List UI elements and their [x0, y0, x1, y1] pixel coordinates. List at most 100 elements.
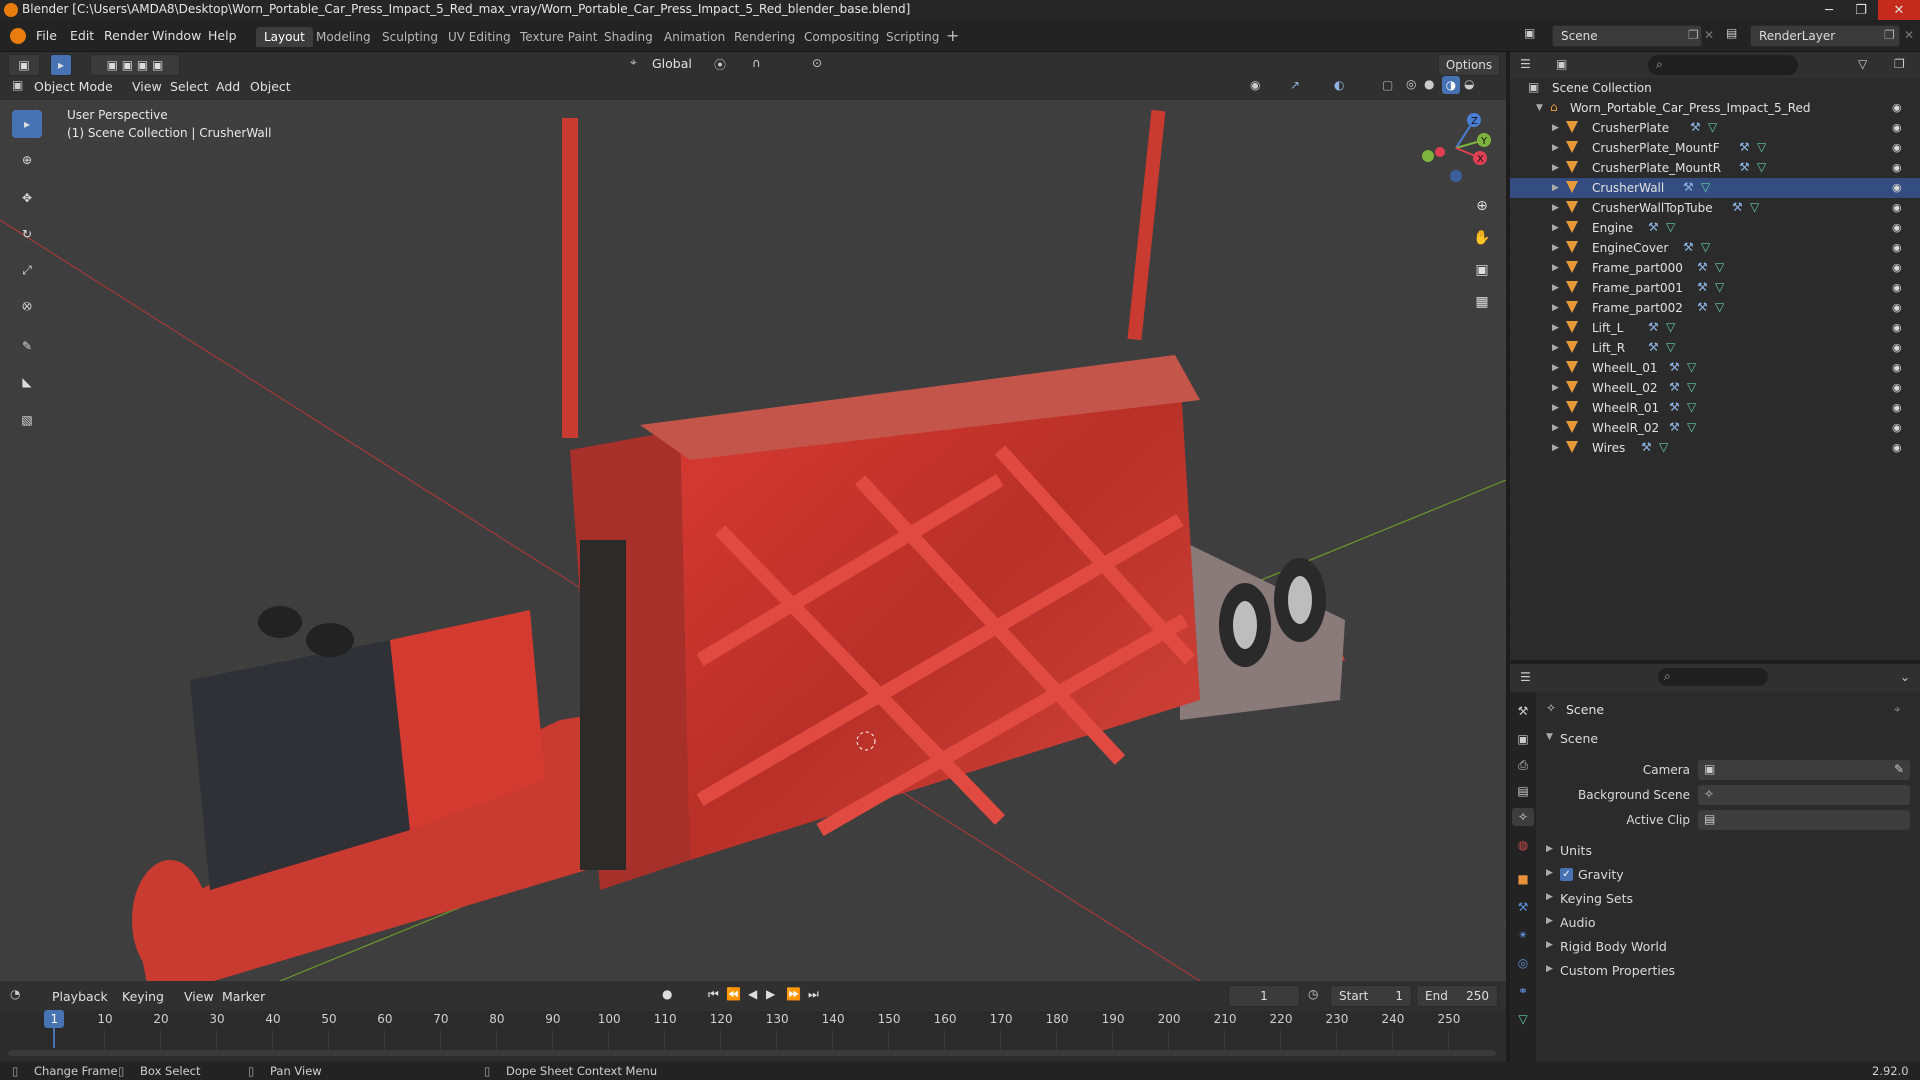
mesh-data-icon[interactable]: ▽ [1687, 380, 1696, 394]
visibility-eye-icon[interactable]: ◉ [1892, 341, 1902, 354]
use-preview-range-icon[interactable]: ◷ [1308, 987, 1318, 1001]
shading-solid-icon[interactable]: ● [1424, 77, 1434, 91]
shading-material-icon[interactable]: ◑ [1442, 76, 1460, 94]
select-tool-icon[interactable]: ▸ [50, 54, 72, 76]
outliner-item-row[interactable]: ▶ WheelR_01 ⚒ ▽ ◉ [1510, 398, 1920, 418]
active-clip-field[interactable] [1698, 810, 1910, 830]
viewport-menu-object[interactable]: Object [250, 79, 291, 94]
collection-visibility-icon[interactable]: ◉ [1892, 101, 1902, 114]
viewport-menu-add[interactable]: Add [216, 79, 240, 94]
panel-rigid-body-world[interactable]: ▶ Rigid Body World [1540, 936, 1916, 958]
scene-remove-icon[interactable]: ✕ [1704, 28, 1714, 42]
jump-start-icon[interactable]: ⏮ [708, 987, 719, 1002]
menu-render[interactable]: Render [100, 26, 153, 45]
outliner-item-row[interactable]: ▶ WheelR_02 ⚒ ▽ ◉ [1510, 418, 1920, 438]
object-expand-icon[interactable]: ▶ [1552, 423, 1559, 433]
play-reverse-icon[interactable]: ◀ [748, 987, 757, 1001]
timeline-scrollbar[interactable] [8, 1050, 1496, 1056]
modifier-wrench-icon[interactable]: ⚒ [1732, 200, 1743, 214]
modifier-wrench-icon[interactable]: ⚒ [1669, 380, 1680, 394]
outliner-item-row[interactable]: ▶ CrusherPlate_MountF ⚒ ▽ ◉ [1510, 138, 1920, 158]
visibility-eye-icon[interactable]: ◉ [1892, 161, 1902, 174]
modifier-wrench-icon[interactable]: ⚒ [1669, 400, 1680, 414]
ortho-toggle-icon[interactable]: ▦ [1468, 288, 1496, 316]
data-tab-icon[interactable]: ▽ [1514, 1010, 1532, 1028]
modifier-wrench-icon[interactable]: ⚒ [1648, 220, 1659, 234]
object-expand-icon[interactable]: ▶ [1552, 243, 1559, 253]
modifier-wrench-icon[interactable]: ⚒ [1739, 140, 1750, 154]
outliner-collection-row[interactable]: ▼ ⌂ Worn_Portable_Car_Press_Impact_5_Red ◉ [1510, 98, 1920, 118]
scene-copy-icon[interactable]: ❐ [1688, 28, 1699, 42]
overlay-toggle-icon[interactable]: ◐ [1334, 78, 1344, 92]
mesh-data-icon[interactable]: ▽ [1701, 240, 1710, 254]
outliner-item-row[interactable]: ▶ Wires ⚒ ▽ ◉ [1510, 438, 1920, 458]
background-scene-field[interactable] [1698, 785, 1910, 805]
outliner-item-row[interactable]: ▶ Frame_part001 ⚒ ▽ ◉ [1510, 278, 1920, 298]
tab-compositing[interactable]: Compositing [796, 27, 887, 47]
visibility-eye-icon[interactable]: ◉ [1892, 361, 1902, 374]
blender-menu-icon[interactable] [10, 28, 26, 44]
mesh-data-icon[interactable]: ▽ [1701, 180, 1710, 194]
object-expand-icon[interactable]: ▶ [1552, 203, 1559, 213]
rotate-tool-icon[interactable]: ↻ [12, 220, 42, 248]
menu-file[interactable]: File [32, 26, 61, 45]
mesh-data-icon[interactable]: ▽ [1757, 140, 1766, 154]
next-keyframe-icon[interactable]: ⏩ [786, 987, 801, 1001]
minimize-icon[interactable]: ─ [1814, 0, 1844, 20]
object-expand-icon[interactable]: ▶ [1552, 343, 1559, 353]
mesh-data-icon[interactable]: ▽ [1666, 320, 1675, 334]
new-collection-icon[interactable]: ❐ [1894, 57, 1905, 71]
panel-units[interactable]: ▶ Units [1540, 840, 1916, 862]
selection-mode-icons[interactable]: ▣ ▣ ▣ ▣ [90, 54, 180, 76]
object-expand-icon[interactable]: ▶ [1552, 403, 1559, 413]
visibility-eye-icon[interactable]: ◉ [1892, 401, 1902, 414]
record-icon[interactable]: ● [662, 987, 672, 1001]
tab-scripting[interactable]: Scripting [878, 27, 947, 47]
object-expand-icon[interactable]: ▶ [1552, 303, 1559, 313]
play-icon[interactable]: ▶ [766, 987, 775, 1001]
3d-viewport[interactable]: User Perspective (1) Scene Collection | … [0, 100, 1506, 981]
camera-field[interactable] [1698, 760, 1910, 780]
object-expand-icon[interactable]: ▶ [1552, 383, 1559, 393]
visibility-icon[interactable]: ◉ [1250, 78, 1260, 92]
viewport-menu-view[interactable]: View [132, 79, 162, 94]
outliner-item-row[interactable]: ▶ Frame_part002 ⚒ ▽ ◉ [1510, 298, 1920, 318]
pan-hand-icon[interactable]: ✋ [1468, 224, 1496, 252]
shading-wireframe-icon[interactable]: ◎ [1406, 77, 1416, 91]
tab-layout[interactable]: Layout [256, 27, 313, 47]
object-expand-icon[interactable]: ▶ [1552, 223, 1559, 233]
viewlayer-copy-icon[interactable]: ❐ [1884, 28, 1895, 42]
outliner-item-row[interactable]: ▶ CrusherPlate_MountR ⚒ ▽ ◉ [1510, 158, 1920, 178]
mesh-data-icon[interactable]: ▽ [1687, 360, 1696, 374]
visibility-eye-icon[interactable]: ◉ [1892, 441, 1902, 454]
object-expand-icon[interactable]: ▶ [1552, 443, 1559, 453]
shading-rendered-icon[interactable]: ◒ [1464, 77, 1474, 91]
panel-keying-sets[interactable]: ▶ Keying Sets [1540, 888, 1916, 910]
filter-icon[interactable]: ▽ [1858, 57, 1867, 71]
particles-tab-icon[interactable]: ✴ [1514, 926, 1532, 944]
object-expand-icon[interactable]: ▶ [1552, 363, 1559, 373]
outliner-item-row[interactable]: ▶ EngineCover ⚒ ▽ ◉ [1510, 238, 1920, 258]
physics-tab-icon[interactable]: ◎ [1514, 954, 1532, 972]
menu-help[interactable]: Help [204, 26, 241, 45]
tab-modeling[interactable]: Modeling [308, 27, 379, 47]
object-expand-icon[interactable]: ▶ [1552, 283, 1559, 293]
tab-uv-editing[interactable]: UV Editing [440, 27, 519, 47]
viewlayer-remove-icon[interactable]: ✕ [1904, 28, 1914, 42]
visibility-eye-icon[interactable]: ◉ [1892, 281, 1902, 294]
modifier-wrench-icon[interactable]: ⚒ [1683, 180, 1694, 194]
visibility-eye-icon[interactable]: ◉ [1892, 141, 1902, 154]
editor-type-icon[interactable]: ▣ [8, 54, 40, 76]
modifier-wrench-icon[interactable]: ⚒ [1648, 320, 1659, 334]
snap-icon[interactable]: ∩ [752, 56, 761, 70]
scene-selector[interactable]: Scene [1552, 25, 1702, 47]
visibility-eye-icon[interactable]: ◉ [1892, 221, 1902, 234]
jump-end-icon[interactable]: ⏭ [808, 987, 819, 1002]
tab-animation[interactable]: Animation [656, 27, 733, 47]
timeline-menu-playback[interactable]: Playback [52, 989, 108, 1004]
outliner-editor-type-icon[interactable]: ☰ [1520, 57, 1531, 71]
modifier-wrench-icon[interactable]: ⚒ [1683, 240, 1694, 254]
prev-keyframe-icon[interactable]: ⏪ [726, 987, 741, 1001]
options-button[interactable]: Options [1438, 54, 1500, 76]
timeline-menu-marker[interactable]: Marker [222, 989, 265, 1004]
